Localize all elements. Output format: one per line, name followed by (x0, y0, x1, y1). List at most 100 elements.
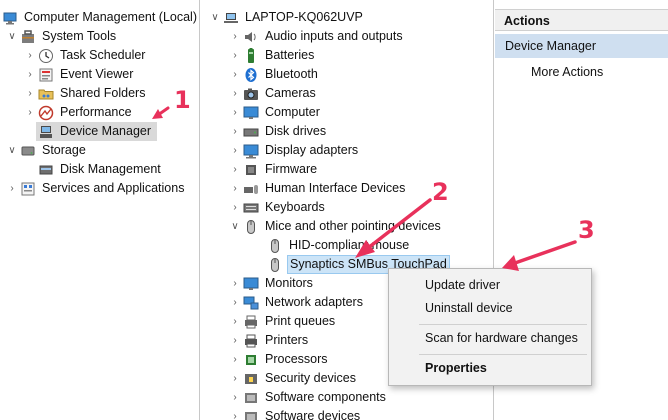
menu-separator (419, 354, 587, 355)
more-actions-link[interactable]: More Actions (531, 62, 603, 82)
display-adapter-icon (243, 143, 259, 159)
performance-icon (38, 105, 54, 121)
device-category-batteries[interactable]: › Batteries (229, 46, 316, 65)
tree-item-device-manager[interactable]: Device Manager (24, 122, 158, 141)
tree-item-performance[interactable]: › Performance (24, 103, 134, 122)
network-icon (243, 295, 259, 311)
device-category-display-adapters[interactable]: › Display adapters (229, 141, 360, 160)
chevron-right-icon[interactable]: › (229, 274, 241, 293)
chevron-right-icon[interactable]: › (229, 407, 241, 420)
menu-item-uninstall-device[interactable]: Uninstall device (389, 297, 591, 319)
chevron-down-icon[interactable]: ∨ (6, 141, 18, 160)
chevron-right-icon[interactable]: › (229, 84, 241, 103)
context-menu: Update driver Uninstall device Scan for … (388, 268, 592, 386)
menu-item-update-driver[interactable]: Update driver (389, 274, 591, 296)
chevron-right-icon[interactable]: › (24, 46, 36, 65)
bluetooth-icon (243, 67, 259, 83)
menu-item-properties[interactable]: Properties (389, 357, 591, 379)
chevron-right-icon[interactable]: › (229, 369, 241, 388)
chevron-right-icon[interactable]: › (229, 27, 241, 46)
tree-item-system-tools[interactable]: ∨ System Tools (6, 27, 118, 46)
mouse-icon (267, 257, 283, 273)
device-item-hid-mouse[interactable]: HID-compliant mouse (265, 236, 411, 255)
device-category-processors[interactable]: › Processors (229, 350, 330, 369)
computer-management-icon (2, 10, 18, 26)
console-tree-pane: Computer Management (Local) ∨ System Too… (0, 0, 200, 420)
menu-separator (419, 324, 587, 325)
chevron-right-icon[interactable]: › (229, 312, 241, 331)
annotation-number-1: 1 (174, 86, 191, 114)
tree-item-storage[interactable]: ∨ Storage (6, 141, 88, 160)
print-queue-icon (243, 314, 259, 330)
chevron-right-icon[interactable]: › (229, 103, 241, 122)
chevron-right-icon[interactable]: › (229, 65, 241, 84)
toolbox-icon (20, 29, 36, 45)
device-category-security[interactable]: › Security devices (229, 369, 358, 388)
tree-item-task-scheduler[interactable]: › Task Scheduler (24, 46, 147, 65)
chevron-right-icon[interactable]: › (229, 388, 241, 407)
chevron-down-icon[interactable]: ∨ (229, 217, 241, 236)
device-category-computer[interactable]: › Computer (229, 103, 322, 122)
chevron-right-icon[interactable]: › (229, 179, 241, 198)
software-device-icon (243, 409, 259, 420)
security-icon (243, 371, 259, 387)
chevron-down-icon[interactable]: ∨ (209, 8, 221, 27)
annotation-number-2: 2 (432, 178, 449, 206)
device-category-keyboards[interactable]: › Keyboards (229, 198, 327, 217)
chevron-right-icon[interactable]: › (229, 46, 241, 65)
device-category-hid[interactable]: › Human Interface Devices (229, 179, 407, 198)
chevron-right-icon[interactable]: › (229, 122, 241, 141)
speaker-icon (243, 29, 259, 45)
device-category-software-devices[interactable]: › Software devices (229, 407, 362, 420)
device-category-audio[interactable]: › Audio inputs and outputs (229, 27, 405, 46)
chevron-right-icon[interactable]: › (229, 160, 241, 179)
chevron-right-icon[interactable]: › (24, 103, 36, 122)
tree-item-event-viewer[interactable]: › Event Viewer (24, 65, 135, 84)
device-category-disk-drives[interactable]: › Disk drives (229, 122, 328, 141)
chip-icon (243, 162, 259, 178)
chevron-right-icon[interactable]: › (229, 141, 241, 160)
menu-item-scan-hardware[interactable]: Scan for hardware changes (389, 327, 591, 349)
tree-item-disk-management[interactable]: Disk Management (36, 160, 163, 179)
device-category-monitors[interactable]: › Monitors (229, 274, 315, 293)
printer-icon (243, 333, 259, 349)
chevron-right-icon[interactable]: › (229, 198, 241, 217)
clock-icon (38, 48, 54, 64)
chevron-right-icon[interactable]: › (6, 179, 18, 198)
camera-icon (243, 86, 259, 102)
processor-icon (243, 352, 259, 368)
device-tree-root[interactable]: ∨ LAPTOP-KQ062UVP (209, 8, 365, 27)
chevron-right-icon[interactable]: › (24, 84, 36, 103)
device-category-printers[interactable]: › Printers (229, 331, 310, 350)
device-category-network[interactable]: › Network adapters (229, 293, 365, 312)
chevron-right-icon[interactable]: › (24, 65, 36, 84)
chevron-right-icon[interactable]: › (229, 293, 241, 312)
hid-icon (243, 181, 259, 197)
device-category-software-components[interactable]: › Software components (229, 388, 388, 407)
device-manager-icon (38, 124, 54, 140)
device-category-bluetooth[interactable]: › Bluetooth (229, 65, 320, 84)
device-category-mice[interactable]: ∨ Mice and other pointing devices (229, 217, 443, 236)
device-category-cameras[interactable]: › Cameras (229, 84, 318, 103)
disk-management-icon (38, 162, 54, 178)
tree-item-services-apps[interactable]: › Services and Applications (6, 179, 186, 198)
chevron-right-icon[interactable]: › (229, 350, 241, 369)
disk-drive-icon (243, 124, 259, 140)
tree-item-computer-management[interactable]: Computer Management (Local) (0, 8, 199, 27)
device-category-print-queues[interactable]: › Print queues (229, 312, 337, 331)
software-component-icon (243, 390, 259, 406)
chevron-down-icon[interactable]: ∨ (6, 27, 18, 46)
device-category-firmware[interactable]: › Firmware (229, 160, 319, 179)
device-manager-selection[interactable]: Device Manager (36, 122, 158, 141)
services-icon (20, 181, 36, 197)
monitor-icon (243, 276, 259, 292)
chevron-right-icon[interactable]: › (229, 331, 241, 350)
event-viewer-icon (38, 67, 54, 83)
keyboard-icon (243, 200, 259, 216)
mouse-icon (243, 219, 259, 235)
annotation-number-3: 3 (578, 216, 595, 244)
laptop-icon (223, 10, 239, 26)
tree-item-shared-folders[interactable]: › Shared Folders (24, 84, 147, 103)
actions-section-device-manager[interactable]: Device Manager (495, 34, 668, 58)
shared-folder-icon (38, 86, 54, 102)
